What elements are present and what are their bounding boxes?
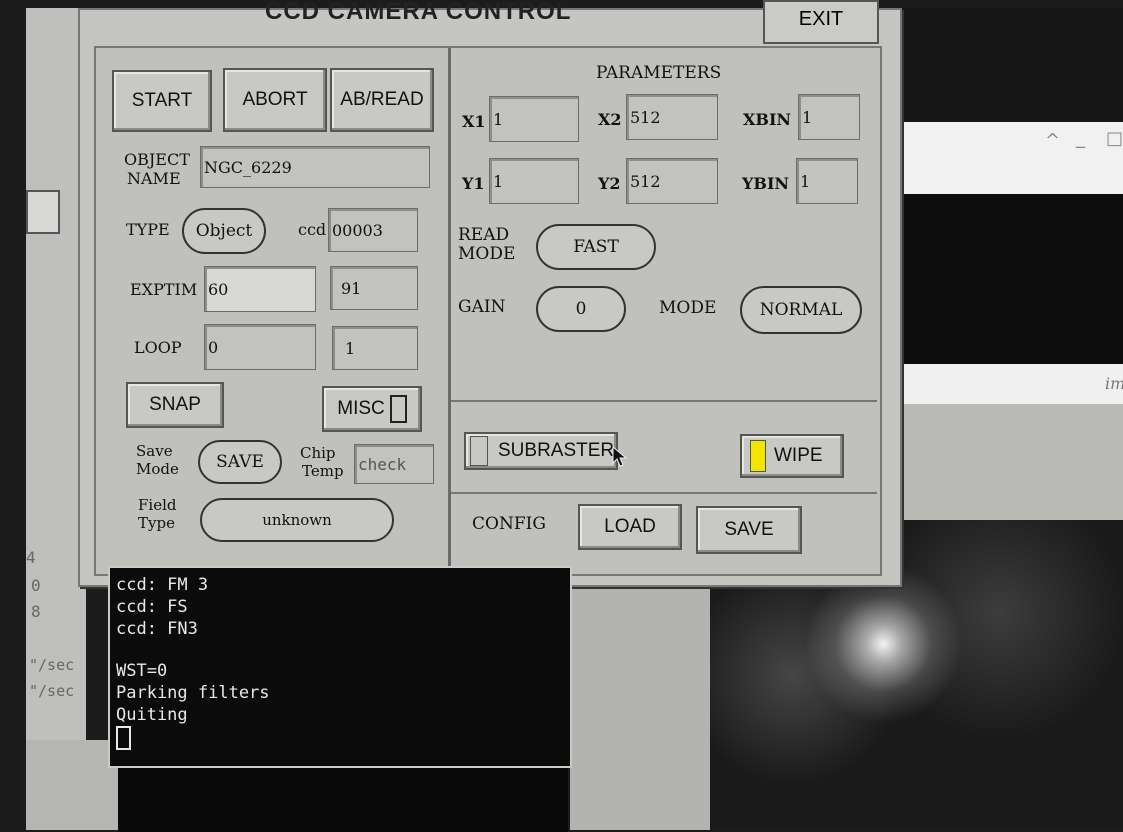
exptim-count: 91: [330, 266, 418, 310]
misc-button[interactable]: MISC: [322, 386, 422, 432]
maximize-icon[interactable]: □: [1106, 128, 1123, 149]
text-cursor-icon: [116, 726, 131, 750]
background-number: 4: [26, 548, 36, 567]
object-name-label: OBJECT NAME: [124, 150, 190, 188]
background-right-panel: [880, 8, 1123, 126]
subraster-label: SUBRASTER: [498, 440, 615, 461]
maximize-caret-icon[interactable]: ^: [1045, 130, 1060, 151]
xbin-field[interactable]: 1: [798, 94, 860, 140]
background-rate: "/sec: [29, 682, 75, 700]
background-titlebar: ^ _ □: [880, 122, 1123, 194]
field-type-selector[interactable]: unknown: [200, 498, 394, 542]
chip-temp-field: check: [354, 444, 434, 484]
field-type-label: Field Type: [138, 496, 177, 532]
section-separator: [451, 400, 877, 402]
mouse-cursor-icon: [612, 446, 628, 467]
read-mode-selector[interactable]: FAST: [536, 224, 656, 270]
background-window-left: [26, 8, 86, 830]
ab-read-button[interactable]: AB/READ: [330, 68, 434, 132]
save-mode-label: Save Mode: [136, 442, 179, 478]
background-bar: im: [880, 364, 1123, 404]
console-line: ccd: FN3: [116, 619, 198, 639]
x2-field[interactable]: 512: [626, 94, 718, 140]
subraster-indicator-icon: [470, 436, 488, 466]
console-line: ccd: FS: [116, 597, 188, 617]
control-panel: START ABORT AB/READ OBJECT NAME NGC_6229…: [94, 46, 882, 576]
abort-button[interactable]: ABORT: [223, 68, 327, 132]
background-mid-panel: [570, 560, 710, 830]
console-output: ccd: FM 3 ccd: FS ccd: FN3 WST=0 Parking…: [108, 566, 572, 768]
y2-field[interactable]: 512: [626, 158, 718, 204]
background-grey-panel: [880, 404, 1123, 524]
exptim-label: EXPTIM: [130, 280, 198, 299]
y2-label: Y2: [598, 174, 621, 193]
misc-label: MISC: [337, 398, 385, 419]
minimize-icon[interactable]: _: [1076, 128, 1085, 149]
background-image-area: [880, 194, 1123, 364]
mode-selector[interactable]: NORMAL: [740, 286, 862, 334]
loop-input[interactable]: 0: [204, 324, 316, 370]
gain-label: GAIN: [458, 297, 506, 317]
y1-field[interactable]: 1: [489, 158, 579, 204]
background-tab[interactable]: [26, 190, 60, 234]
config-load-button[interactable]: LOAD: [578, 504, 682, 550]
ccd-camera-control-window: CCD CAMERA CONTROL EXIT START ABORT AB/R…: [78, 0, 902, 587]
x1-label: X1: [462, 112, 486, 131]
console-line: WST=0: [116, 661, 168, 681]
gain-selector[interactable]: 0: [536, 286, 626, 332]
background-rate: "/sec: [29, 656, 75, 674]
ybin-field[interactable]: 1: [796, 158, 858, 204]
console-line: Parking filters: [116, 683, 270, 703]
x1-field[interactable]: 1: [489, 96, 579, 142]
loop-label: LOOP: [134, 338, 182, 357]
ccd-label: ccd: [298, 220, 327, 239]
start-button[interactable]: START: [112, 70, 212, 132]
subraster-toggle[interactable]: SUBRASTER: [464, 432, 618, 470]
config-separator: [451, 492, 877, 494]
console-line: ccd: FM 3: [116, 575, 209, 595]
read-mode-label: READ MODE: [458, 225, 516, 264]
exit-button[interactable]: EXIT: [763, 0, 879, 44]
exptim-input[interactable]: 60: [204, 266, 316, 312]
y1-label: Y1: [462, 174, 485, 193]
background-partial-text: im: [1105, 374, 1123, 393]
x2-label: X2: [598, 110, 622, 129]
mode-label: MODE: [659, 298, 717, 318]
snap-button[interactable]: SNAP: [126, 382, 224, 428]
loop-count: 1: [332, 326, 418, 370]
background-strip: [26, 740, 118, 830]
wipe-label: WIPE: [774, 445, 823, 466]
type-selector[interactable]: Object: [182, 208, 266, 254]
type-label: TYPE: [126, 220, 170, 239]
config-label: CONFIG: [472, 514, 546, 534]
config-save-button[interactable]: SAVE: [696, 506, 802, 554]
background-number: 8: [31, 602, 41, 621]
console-prompt[interactable]: [116, 726, 570, 750]
background-lower-console: [118, 760, 568, 832]
object-name-field[interactable]: NGC_6229: [200, 146, 430, 188]
parameters-heading: PARAMETERS: [596, 63, 722, 83]
background-number: 0: [31, 576, 41, 595]
ybin-label: YBIN: [742, 174, 790, 193]
xbin-label: XBIN: [743, 110, 792, 129]
wipe-toggle[interactable]: WIPE: [740, 434, 844, 478]
chip-temp-value: check: [358, 454, 407, 474]
save-mode-selector[interactable]: SAVE: [198, 440, 282, 484]
window-title: CCD CAMERA CONTROL: [265, 0, 572, 25]
ccd-field[interactable]: 00003: [328, 208, 418, 252]
misc-toggle-icon: [389, 395, 407, 423]
console-line: Quiting: [116, 705, 188, 725]
wipe-indicator-icon: [750, 440, 766, 472]
chip-temp-label: Chip Temp: [300, 444, 344, 480]
